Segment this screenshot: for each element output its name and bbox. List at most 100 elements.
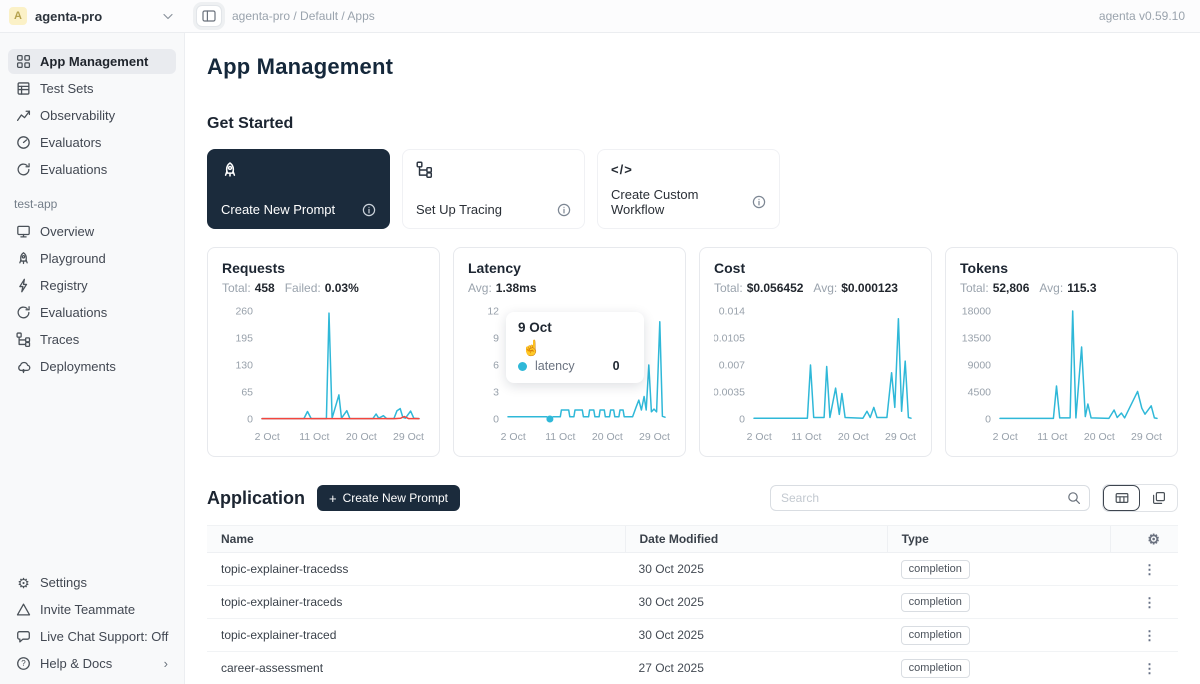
chart-stats: Total:52,806Avg:115.3	[960, 281, 1163, 295]
app-version: agenta v0.59.10	[1099, 9, 1200, 23]
info-icon[interactable]	[557, 203, 571, 217]
svg-text:18000: 18000	[962, 306, 991, 318]
sidebar-item-label: Evaluations	[40, 304, 107, 321]
sidebar-item-evaluations[interactable]: Evaluations	[8, 157, 176, 182]
row-menu-icon[interactable]: ⋮	[1143, 629, 1156, 642]
sidebar-item-label: Overview	[40, 223, 94, 240]
sidebar-item-settings[interactable]: ⚙ Settings	[8, 570, 176, 595]
search-icon[interactable]	[1059, 486, 1089, 510]
gear-icon[interactable]: ⚙	[1147, 532, 1160, 546]
sidebar-item-invite-teammate[interactable]: Invite Teammate	[8, 597, 176, 622]
sidebar-item-overview[interactable]: Overview	[8, 219, 176, 244]
sidebar-item-label: Settings	[40, 574, 87, 591]
tree-icon	[16, 332, 31, 347]
metrics-charts: Requests Total:458Failed:0.03% 260195130…	[207, 247, 1178, 457]
svg-text:20 Oct: 20 Oct	[1084, 431, 1115, 443]
svg-text:0.0105: 0.0105	[714, 333, 745, 345]
sidebar-item-label: Traces	[40, 331, 79, 348]
type-badge: completion	[901, 626, 970, 645]
svg-text:130: 130	[235, 360, 253, 372]
svg-text:4500: 4500	[968, 387, 992, 399]
search-box	[770, 485, 1090, 511]
chart-tooltip: 9 Oct ☝ latency 0	[506, 312, 644, 383]
sidebar-item-label: Registry	[40, 277, 88, 294]
chat-icon	[16, 629, 31, 644]
svg-text:6: 6	[493, 360, 499, 372]
cloud-icon	[16, 359, 31, 374]
sidebar-item-app-evaluations[interactable]: Evaluations	[8, 300, 176, 325]
sidebar-item-observability[interactable]: Observability	[8, 103, 176, 128]
sidebar-item-help-docs[interactable]: ? Help & Docs ›	[8, 651, 176, 676]
svg-text:195: 195	[235, 333, 253, 345]
create-new-prompt-card[interactable]: Create New Prompt	[207, 149, 390, 229]
chart-stats: Total:458Failed:0.03%	[222, 281, 425, 295]
table-row[interactable]: topic-explainer-traceds 30 Oct 2025 comp…	[207, 586, 1178, 619]
chart-stats: Total:$0.056452Avg:$0.000123	[714, 281, 917, 295]
create-custom-workflow-card[interactable]: </> Create Custom Workflow	[597, 149, 780, 229]
table-row[interactable]: topic-explainer-traced 30 Oct 2025 compl…	[207, 619, 1178, 652]
breadcrumb[interactable]: agenta-pro / Default / Apps	[232, 9, 375, 23]
sidebar-item-test-sets[interactable]: Test Sets	[8, 76, 176, 101]
table-row[interactable]: topic-explainer-tracedss 30 Oct 2025 com…	[207, 553, 1178, 586]
hand-cursor-icon: ☝	[522, 339, 541, 357]
app-name: topic-explainer-tracedss	[207, 562, 625, 576]
page-title: App Management	[207, 54, 1178, 80]
svg-text:29 Oct: 29 Oct	[1131, 431, 1162, 443]
grid-icon	[16, 54, 31, 69]
info-icon[interactable]	[362, 203, 376, 217]
card-label: Create Custom Workflow	[611, 187, 752, 217]
sidebar-item-evaluators[interactable]: Evaluators	[8, 130, 176, 155]
refresh-icon	[16, 162, 31, 177]
type-badge: completion	[901, 560, 970, 579]
card-label: Set Up Tracing	[416, 202, 502, 217]
test-sets-icon	[16, 81, 31, 96]
gear-icon: ⚙	[16, 575, 31, 590]
column-header-date-modified[interactable]: Date Modified	[625, 526, 887, 552]
table-row[interactable]: career-assessment 27 Oct 2025 completion…	[207, 652, 1178, 684]
column-header-name[interactable]: Name	[207, 526, 625, 552]
chart-title: Requests	[222, 260, 425, 276]
table-view-button[interactable]	[1103, 485, 1140, 511]
collapse-sidebar-button[interactable]	[196, 5, 222, 27]
sidebar-item-live-chat[interactable]: Live Chat Support: Off	[8, 624, 176, 649]
svg-text:0.014: 0.014	[719, 306, 745, 318]
svg-text:0.007: 0.007	[719, 360, 745, 372]
row-menu-icon[interactable]: ⋮	[1143, 596, 1156, 609]
row-menu-icon[interactable]: ⋮	[1143, 662, 1156, 675]
svg-text:29 Oct: 29 Oct	[639, 431, 670, 443]
create-new-prompt-button[interactable]: + Create New Prompt	[317, 485, 460, 511]
svg-text:9000: 9000	[968, 360, 992, 372]
sidebar-item-playground[interactable]: Playground	[8, 246, 176, 271]
triangle-icon	[16, 602, 31, 617]
refresh-icon	[16, 305, 31, 320]
svg-text:2 Oct: 2 Oct	[993, 431, 1018, 443]
latency-chart-card: Latency Avg:1.38ms 1296302 Oct11 Oct20 O…	[453, 247, 686, 457]
sidebar-item-label: Playground	[40, 250, 106, 267]
tokens-chart-card: Tokens Total:52,806Avg:115.3 18000135009…	[945, 247, 1178, 457]
svg-text:20 Oct: 20 Oct	[592, 431, 623, 443]
chevron-right-icon: ›	[164, 657, 168, 670]
sidebar-item-deployments[interactable]: Deployments	[8, 354, 176, 379]
svg-text:20 Oct: 20 Oct	[838, 431, 869, 443]
svg-text:12: 12	[487, 306, 499, 318]
sidebar-item-traces[interactable]: Traces	[8, 327, 176, 352]
svg-text:2 Oct: 2 Oct	[747, 431, 772, 443]
app-name: topic-explainer-traceds	[207, 595, 625, 609]
card-view-button[interactable]	[1140, 485, 1177, 511]
svg-text:29 Oct: 29 Oct	[393, 431, 424, 443]
info-icon[interactable]	[752, 195, 766, 209]
sidebar-item-label: Deployments	[40, 358, 116, 375]
sidebar-item-registry[interactable]: Registry	[8, 273, 176, 298]
app-date-modified: 27 Oct 2025	[625, 661, 887, 675]
lightning-icon	[16, 278, 31, 293]
search-input[interactable]	[771, 491, 1059, 505]
svg-text:11 Oct: 11 Oct	[545, 431, 575, 443]
sidebar-item-app-management[interactable]: App Management	[8, 49, 176, 74]
svg-text:3: 3	[493, 387, 499, 399]
column-header-type[interactable]: Type	[887, 526, 1110, 552]
workspace-selector[interactable]: A agenta-pro	[0, 0, 185, 32]
svg-text:?: ?	[21, 659, 26, 668]
set-up-tracing-card[interactable]: Set Up Tracing	[402, 149, 585, 229]
row-menu-icon[interactable]: ⋮	[1143, 563, 1156, 576]
series-dot	[518, 362, 527, 371]
